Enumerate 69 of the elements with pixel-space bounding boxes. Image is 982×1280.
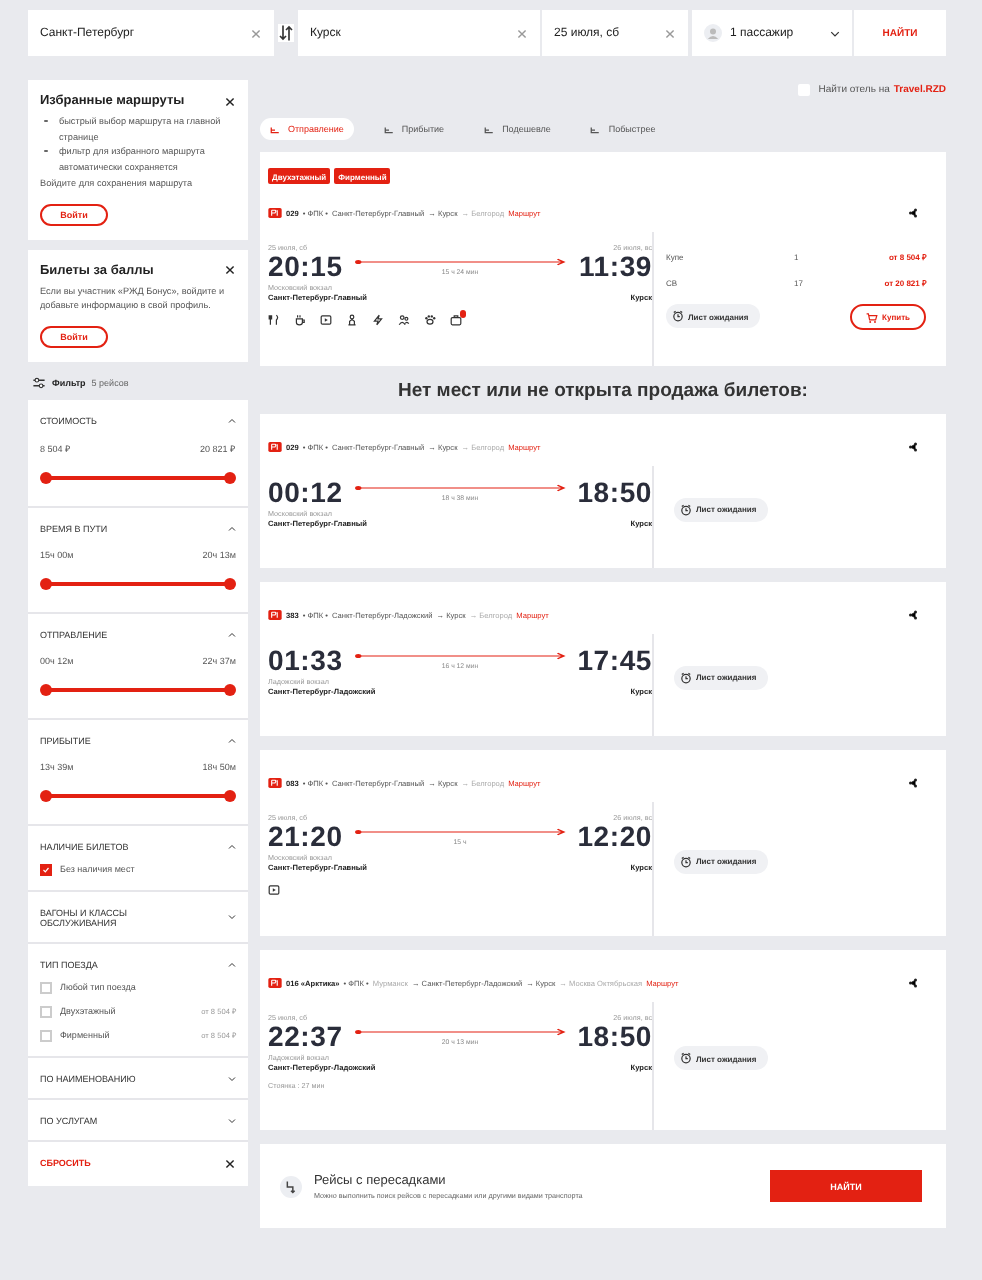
slider-handle[interactable] bbox=[40, 577, 52, 589]
checkbox[interactable] bbox=[40, 863, 52, 875]
slider-handle[interactable] bbox=[40, 683, 52, 695]
railway-logo-icon bbox=[268, 442, 282, 452]
alarm-clock-icon bbox=[680, 503, 692, 515]
chevron-up-icon[interactable] bbox=[228, 525, 236, 531]
slider-handle[interactable] bbox=[224, 683, 236, 695]
arrival-time: 11:39 bbox=[576, 252, 652, 280]
departure-time: 00:12 bbox=[268, 478, 345, 506]
share-icon[interactable] bbox=[908, 610, 918, 620]
slider-handle[interactable] bbox=[40, 471, 52, 483]
person-icon bbox=[346, 314, 358, 326]
chevron-up-icon[interactable] bbox=[228, 417, 236, 423]
share-icon[interactable] bbox=[908, 778, 918, 788]
clear-icon[interactable] bbox=[664, 27, 676, 39]
transfer-icon bbox=[280, 1175, 302, 1197]
sort-icon bbox=[383, 125, 394, 133]
arrival-time: 12:20 bbox=[575, 822, 652, 850]
people-icon bbox=[398, 314, 410, 326]
railway-logo-icon bbox=[268, 978, 282, 988]
departure-time: 22:37 bbox=[268, 1022, 345, 1050]
play-icon bbox=[268, 884, 280, 896]
user-icon bbox=[704, 24, 722, 42]
share-icon[interactable] bbox=[908, 978, 918, 988]
close-icon[interactable] bbox=[224, 95, 236, 107]
clear-icon[interactable] bbox=[250, 27, 262, 39]
chevron-up-icon[interactable] bbox=[228, 961, 236, 967]
alarm-clock-icon bbox=[680, 671, 692, 683]
sort-icon bbox=[590, 125, 601, 133]
chevron-up-icon[interactable] bbox=[228, 843, 236, 849]
chevron-down-icon[interactable] bbox=[228, 914, 236, 920]
clear-icon[interactable] bbox=[516, 27, 528, 39]
share-icon[interactable] bbox=[908, 442, 918, 452]
close-icon[interactable] bbox=[224, 264, 236, 276]
railway-logo-icon bbox=[268, 778, 282, 788]
play-icon bbox=[320, 314, 332, 326]
departure-time: 01:33 bbox=[268, 646, 345, 674]
sort-icon bbox=[270, 125, 280, 133]
sort-icon bbox=[484, 125, 495, 133]
chevron-up-icon[interactable] bbox=[228, 737, 236, 743]
chevron-down-icon[interactable] bbox=[228, 1117, 236, 1123]
arrival-time: 17:45 bbox=[575, 646, 652, 674]
chevron-up-icon[interactable] bbox=[228, 631, 236, 637]
section-heading: Нет мест или не открыта продажа билетов: bbox=[396, 380, 810, 402]
lightning-icon bbox=[372, 314, 384, 326]
fork-knife-icon bbox=[268, 314, 280, 326]
cup-icon bbox=[294, 314, 306, 326]
filter-icon[interactable] bbox=[32, 375, 46, 389]
arrival-time: 18:50 bbox=[575, 478, 652, 506]
slider-handle[interactable] bbox=[224, 471, 236, 483]
cart-icon bbox=[866, 311, 879, 323]
swap-icon[interactable] bbox=[278, 24, 294, 42]
slider-handle[interactable] bbox=[224, 789, 236, 801]
railway-logo-icon bbox=[268, 610, 282, 620]
chevron-down-icon bbox=[830, 29, 840, 37]
departure-time: 21:20 bbox=[268, 822, 345, 850]
arrival-time: 18:50 bbox=[575, 1022, 652, 1050]
paw-icon bbox=[424, 314, 436, 326]
close-icon[interactable] bbox=[224, 1157, 236, 1169]
alarm-clock-icon bbox=[680, 855, 692, 867]
chevron-down-icon[interactable] bbox=[228, 1075, 236, 1081]
slider-handle[interactable] bbox=[224, 577, 236, 589]
alarm-clock-icon bbox=[672, 310, 684, 322]
railway-logo-icon bbox=[268, 208, 282, 218]
slider-handle[interactable] bbox=[40, 789, 52, 801]
share-icon[interactable] bbox=[908, 208, 918, 218]
departure-time: 20:15 bbox=[268, 252, 345, 280]
alarm-clock-icon bbox=[680, 1052, 692, 1064]
suitcase-icon bbox=[450, 314, 462, 326]
